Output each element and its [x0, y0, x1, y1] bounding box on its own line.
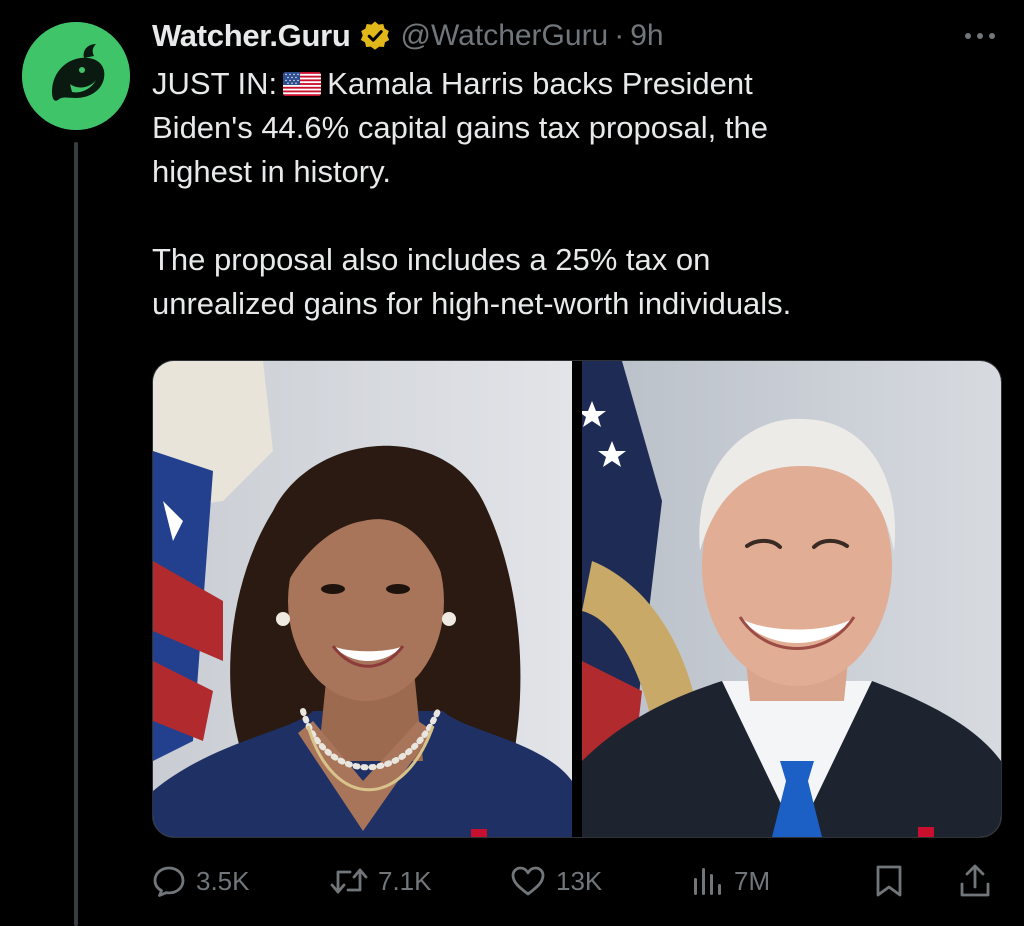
- reply-icon: [153, 866, 185, 897]
- tweet-media: [152, 360, 1002, 838]
- display-name[interactable]: Watcher.Guru: [152, 18, 351, 54]
- like-button[interactable]: 13K: [510, 858, 602, 904]
- tweet-text-line: unrealized gains for high-net-worth indi…: [152, 286, 792, 321]
- kamala-harris-portrait[interactable]: [153, 361, 572, 837]
- tweet-text-suffix: Kamala Harris backs President: [327, 66, 753, 101]
- user-handle[interactable]: @WatcherGuru: [401, 19, 609, 53]
- views-icon: [694, 868, 721, 895]
- views-button[interactable]: 7M: [690, 858, 770, 904]
- share-button[interactable]: [958, 858, 992, 904]
- tweet-text-line: JUST IN: Kamala Harris backs President: [152, 62, 1002, 106]
- verified-badge-icon[interactable]: [359, 20, 391, 52]
- like-count: 13K: [556, 865, 603, 896]
- tweet-text-line: highest in history.: [152, 154, 391, 189]
- tweet-header: Watcher.Guru @WatcherGuru · 9h: [152, 14, 664, 58]
- whale-logo-icon: [22, 22, 130, 130]
- repost-count: 7.1K: [378, 865, 432, 896]
- separator-dot: ·: [614, 19, 625, 52]
- repost-icon: [330, 868, 368, 894]
- heart-icon: [511, 866, 545, 896]
- avatar[interactable]: [22, 22, 130, 130]
- tweet-text: JUST IN: Kamala Harris backs President B…: [152, 62, 1002, 326]
- repost-button[interactable]: 7.1K: [330, 858, 432, 904]
- tweet-actions: 3.5K 7.1K 13K 7M: [152, 858, 1000, 904]
- views-count: 7M: [734, 865, 771, 896]
- thread-line: [74, 142, 78, 926]
- joe-biden-portrait[interactable]: [582, 361, 1001, 837]
- reply-count: 3.5K: [196, 865, 250, 896]
- bookmark-icon: [876, 865, 902, 897]
- bookmark-button[interactable]: [874, 858, 904, 904]
- timestamp[interactable]: 9h: [630, 19, 663, 53]
- tweet-text-line: The proposal also includes a 25% tax on: [152, 242, 711, 277]
- tweet-text-line: Biden's 44.6% capital gains tax proposal…: [152, 110, 768, 145]
- more-options-icon[interactable]: [958, 20, 1002, 52]
- tweet-text-prefix: JUST IN:: [152, 66, 278, 101]
- us-flag-icon: [283, 72, 322, 96]
- share-icon: [960, 864, 990, 897]
- reply-button[interactable]: 3.5K: [152, 858, 250, 904]
